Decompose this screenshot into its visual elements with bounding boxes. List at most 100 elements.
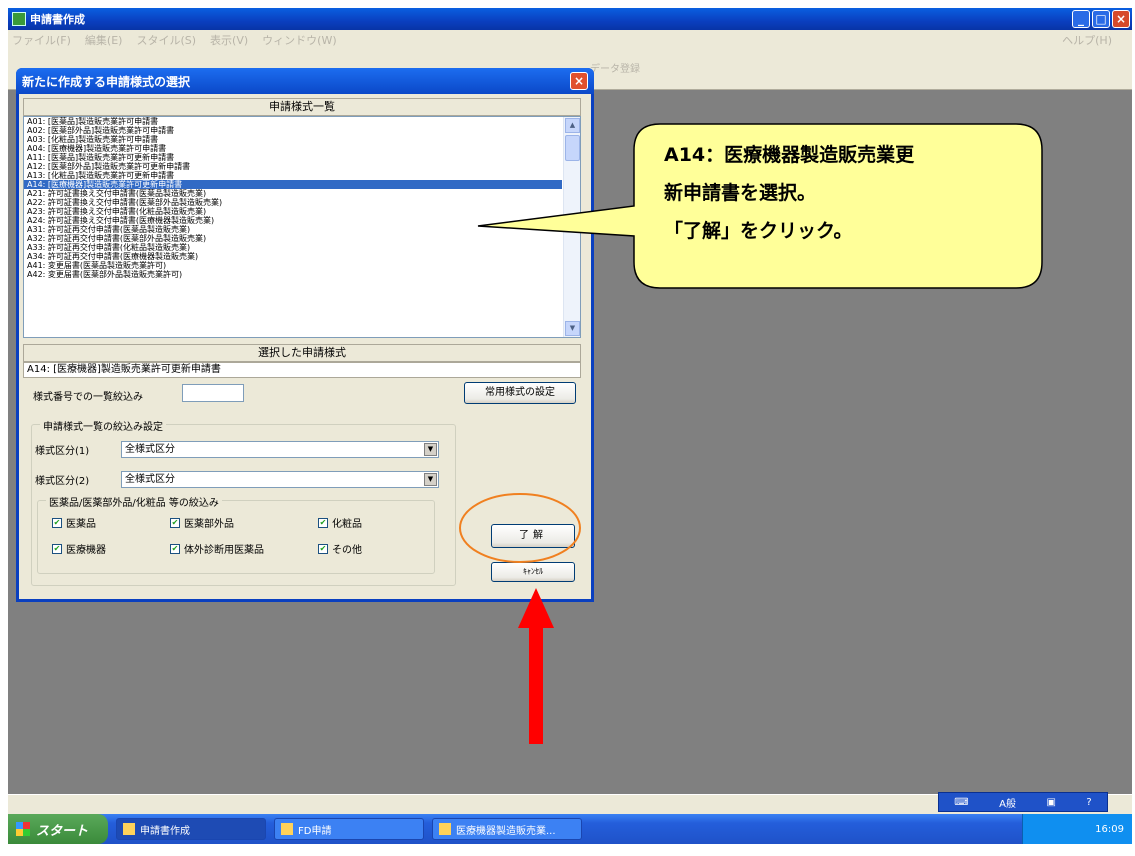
- callout-line-2: 新申請書を選択。: [664, 182, 817, 204]
- list-item[interactable]: A34: 許可証再交付申請書(医療機器製造販売業): [24, 252, 562, 261]
- list-item[interactable]: A42: 変更届書(医薬部外品製造販売業許可): [24, 270, 562, 279]
- taskbar-item-folder[interactable]: FD申請: [274, 818, 424, 840]
- maximize-button[interactable]: □: [1092, 10, 1110, 28]
- list-item[interactable]: A13: [化粧品]製造販売業許可更新申請書: [24, 171, 562, 180]
- folder-icon: [281, 823, 293, 835]
- windows-logo-icon: [16, 822, 30, 836]
- ime-mode[interactable]: A般: [999, 795, 1016, 810]
- list-header: 申請様式一覧: [23, 98, 581, 116]
- menu-file[interactable]: ファイル(F): [12, 32, 71, 48]
- chevron-down-icon[interactable]: ▼: [424, 473, 437, 486]
- app-window: 申請書作成 _ □ × ファイル(F) 編集(E) スタイル(S) 表示(V) …: [8, 8, 1132, 844]
- form-type1-label: 様式区分(1): [35, 446, 90, 457]
- other-checkbox[interactable]: ✔ その他: [318, 541, 362, 556]
- ime-pad-icon[interactable]: ▣: [1046, 797, 1055, 808]
- clock[interactable]: 16:09: [1095, 824, 1124, 835]
- medical-device-checkbox[interactable]: ✔ 医療機器: [52, 541, 106, 556]
- product-filter-group-title: 医薬品/医薬部外品/化粧品 等の絞込み: [46, 494, 222, 509]
- taskbar-item-app[interactable]: 申請書作成: [116, 818, 266, 840]
- list-item[interactable]: A02: [医薬部外品]製造販売業許可申請書: [24, 126, 562, 135]
- form-type2-label: 様式区分(2): [35, 476, 90, 487]
- diagnostic-checkbox[interactable]: ✔ 体外診断用医薬品: [170, 541, 264, 556]
- list-item[interactable]: A11: [医薬品]製造販売業許可更新申請書: [24, 153, 562, 162]
- scroll-up-icon[interactable]: ▲: [565, 118, 580, 133]
- app-icon: [123, 823, 135, 835]
- menu-style[interactable]: スタイル(S): [136, 32, 196, 48]
- quasi-drug-checkbox[interactable]: ✔ 医薬部外品: [170, 515, 234, 530]
- callout-text: A14：医療機器製造販売業更 新申請書を選択。 「了解」をクリック。: [664, 136, 1024, 250]
- close-button[interactable]: ×: [1112, 10, 1130, 28]
- list-item[interactable]: A41: 変更届書(医薬品製造販売業許可): [24, 261, 562, 270]
- form-list: A01: [医薬品]製造販売業許可申請書 A02: [医薬部外品]製造販売業許可申…: [24, 117, 562, 279]
- checkmark-icon[interactable]: ✔: [170, 543, 180, 554]
- dialog-titlebar: 新たに作成する申請様式の選択: [16, 68, 594, 94]
- app-titlebar: 申請書作成 _ □ ×: [8, 8, 1132, 30]
- diagnostic-checkbox-label: 体外診断用医薬品: [184, 545, 264, 556]
- dialog-close-button[interactable]: ×: [570, 72, 588, 90]
- form-type1-select[interactable]: 全様式区分 ▼: [121, 441, 439, 458]
- document-icon: [439, 823, 451, 835]
- scroll-down-icon[interactable]: ▼: [565, 321, 580, 336]
- quasi-drug-checkbox-label: 医薬部外品: [184, 519, 234, 530]
- list-item[interactable]: A14: [医療機器]製造販売業許可更新申請書: [24, 180, 562, 189]
- app-title: 申請書作成: [30, 13, 85, 26]
- list-item[interactable]: A22: 許可証書換え交付申請書(医薬部外品製造販売業): [24, 198, 562, 207]
- selected-form-header: 選択した申請様式: [23, 344, 581, 362]
- dialog-title: 新たに作成する申請様式の選択: [22, 74, 191, 89]
- taskbar-item-document[interactable]: 医療機器製造販売業...: [432, 818, 582, 840]
- checkmark-icon[interactable]: ✔: [318, 543, 328, 554]
- list-item[interactable]: A32: 許可証再交付申請書(医薬部外品製造販売業): [24, 234, 562, 243]
- form-selection-dialog: 新たに作成する申請様式の選択 × 申請様式一覧 A01: [医薬品]製造販売業許…: [16, 68, 594, 602]
- taskbar-item-label: 医療機器製造販売業...: [456, 825, 556, 837]
- scroll-thumb[interactable]: [565, 135, 580, 161]
- minimize-button[interactable]: _: [1072, 10, 1090, 28]
- filter-label: 様式番号での一覧絞込み: [33, 392, 143, 403]
- ok-button[interactable]: 了解: [491, 524, 575, 548]
- menu-window[interactable]: ウィンドウ(W): [262, 32, 336, 48]
- list-scrollbar[interactable]: ▲ ▼: [563, 117, 580, 337]
- chevron-down-icon[interactable]: ▼: [424, 443, 437, 456]
- start-label: スタート: [36, 823, 89, 839]
- list-item[interactable]: A21: 許可証書換え交付申請書(医薬品製造販売業): [24, 189, 562, 198]
- form-type1-value: 全様式区分: [125, 444, 175, 455]
- checkmark-icon[interactable]: ✔: [52, 543, 62, 554]
- data-register-button[interactable]: データ登録: [590, 60, 640, 75]
- keyboard-icon[interactable]: ⌨: [954, 797, 968, 808]
- selected-form-field: A14: [医療機器]製造販売業許可更新申請書: [23, 362, 581, 378]
- form-listbox[interactable]: A01: [医薬品]製造販売業許可申請書 A02: [医薬部外品]製造販売業許可申…: [23, 116, 581, 338]
- list-item[interactable]: A24: 許可証書換え交付申請書(医療機器製造販売業): [24, 216, 562, 225]
- cosmetic-checkbox[interactable]: ✔ 化粧品: [318, 515, 362, 530]
- menu-help[interactable]: ヘルプ(H): [1062, 32, 1112, 48]
- dialog-body: 申請様式一覧 A01: [医薬品]製造販売業許可申請書 A02: [医薬部外品]製…: [19, 94, 591, 599]
- menu-edit[interactable]: 編集(E): [85, 32, 123, 48]
- checkmark-icon[interactable]: ✔: [52, 517, 62, 528]
- list-item[interactable]: A31: 許可証再交付申請書(医薬品製造販売業): [24, 225, 562, 234]
- form-number-filter-input[interactable]: [182, 384, 244, 402]
- menu-view[interactable]: 表示(V): [210, 32, 248, 48]
- drug-checkbox[interactable]: ✔ 医薬品: [52, 515, 96, 530]
- common-form-settings-button[interactable]: 常用様式の設定: [464, 382, 576, 404]
- checkmark-icon[interactable]: ✔: [318, 517, 328, 528]
- form-type2-select[interactable]: 全様式区分 ▼: [121, 471, 439, 488]
- start-button[interactable]: スタート: [8, 814, 108, 844]
- callout-line-3: 「了解」をクリック。: [664, 220, 853, 242]
- list-item[interactable]: A03: [化粧品]製造販売業許可申請書: [24, 135, 562, 144]
- list-item[interactable]: A33: 許可証再交付申請書(化粧品製造販売業): [24, 243, 562, 252]
- cancel-button[interactable]: ｷｬﾝｾﾙ: [491, 562, 575, 582]
- list-item[interactable]: A04: [医療機器]製造販売業許可申請書: [24, 144, 562, 153]
- cosmetic-checkbox-label: 化粧品: [332, 519, 362, 530]
- taskbar: スタート 申請書作成 FD申請 医療機器製造販売業... 16:09: [8, 814, 1132, 844]
- drug-checkbox-label: 医薬品: [66, 519, 96, 530]
- menu-bar: ファイル(F) 編集(E) スタイル(S) 表示(V) ウィンドウ(W) ヘルプ…: [8, 30, 1132, 50]
- product-filter-group: 医薬品/医薬部外品/化粧品 等の絞込み ✔ 医薬品 ✔ 医薬部外品 ✔ 化粧品 …: [37, 494, 435, 574]
- form-type2-value: 全様式区分: [125, 474, 175, 485]
- list-item[interactable]: A12: [医薬部外品]製造販売業許可更新申請書: [24, 162, 562, 171]
- checkmark-icon[interactable]: ✔: [170, 517, 180, 528]
- ime-language-bar[interactable]: ⌨ A般 ▣ ?: [938, 792, 1108, 812]
- taskbar-item-label: 申請書作成: [140, 825, 190, 837]
- list-filter-group-title: 申請様式一覧の絞込み設定: [40, 418, 166, 433]
- help-icon[interactable]: ?: [1086, 797, 1091, 808]
- callout-line-1: A14：医療機器製造販売業更: [664, 144, 915, 166]
- list-item[interactable]: A01: [医薬品]製造販売業許可申請書: [24, 117, 562, 126]
- list-item[interactable]: A23: 許可証書換え交付申請書(化粧品製造販売業): [24, 207, 562, 216]
